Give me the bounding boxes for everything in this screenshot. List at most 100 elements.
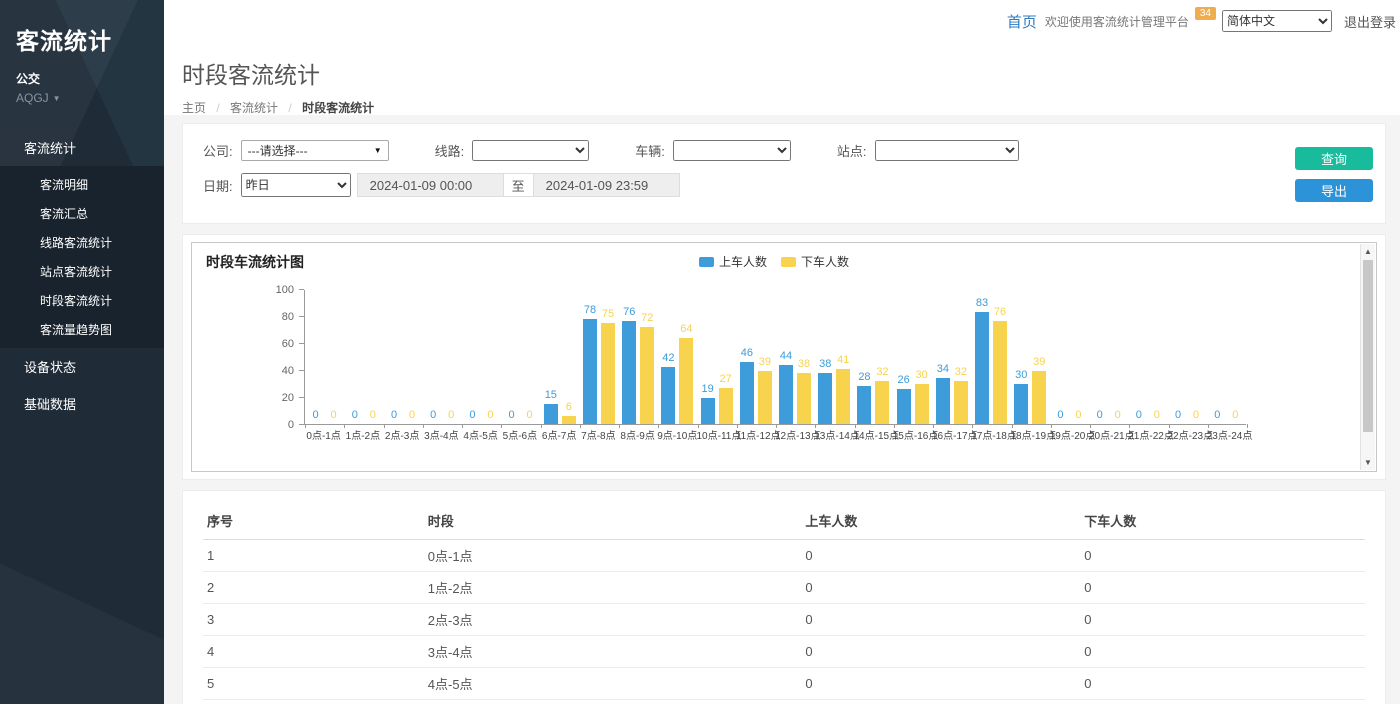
bar-group: 00	[1128, 290, 1167, 424]
bar-group: 2832	[854, 290, 893, 424]
bar-column: 83	[975, 298, 989, 424]
station-select[interactable]	[875, 140, 1019, 161]
bar-column: 0	[348, 410, 362, 424]
table-column-header-0: 序号	[203, 501, 424, 540]
search-button[interactable]: 查询	[1295, 147, 1373, 170]
table-cell: 2点-3点	[424, 604, 802, 636]
legend-label: 下车人数	[801, 253, 849, 270]
y-tick-label: 100	[260, 284, 294, 296]
bar-group: 7672	[619, 290, 658, 424]
filter-panel: 公司: ---请选择--- ▼ 线路: 车辆: 站点: 日期: 昨日 2024-…	[182, 123, 1386, 224]
chart-x-labels: 0点-1点1点-2点2点-3点3点-4点4点-5点5点-6点6点-7点7点-8点…	[304, 427, 1284, 442]
filter-row-1: 公司: ---请选择--- ▼ 线路: 车辆: 站点:	[203, 140, 1365, 161]
bar-group: 00	[462, 290, 501, 424]
sidebar-item-0-3[interactable]: 站点客流统计	[0, 257, 164, 286]
bar	[897, 389, 911, 424]
x-axis-label: 18点-19点	[1011, 427, 1050, 442]
bar-group: 00	[1207, 290, 1246, 424]
sidebar-item-0-5[interactable]: 客流量趋势图	[0, 315, 164, 344]
bar-group: 38 41	[815, 290, 854, 424]
table-row: 65点-6点00	[203, 700, 1365, 704]
welcome-text: 欢迎使用客流统计管理平台	[1045, 13, 1189, 30]
export-button[interactable]: 导出	[1295, 179, 1373, 202]
bar-column: 78	[583, 305, 597, 424]
bar-column: 0	[1071, 410, 1085, 424]
bar-column: 28	[857, 372, 871, 424]
table-cell: 0点-1点	[424, 540, 802, 572]
language-select[interactable]: 简体中文	[1222, 10, 1332, 32]
scroll-up-icon[interactable]: ▲	[1361, 244, 1375, 259]
bar-value-label: 38	[819, 359, 831, 370]
line-select[interactable]	[472, 140, 589, 161]
sidebar-item-0-0[interactable]: 客流明细	[0, 170, 164, 199]
bar-column: 38	[797, 359, 811, 424]
bar-column: 0	[1150, 410, 1164, 424]
station-filter-label: 站点:	[837, 141, 867, 160]
company-code-dropdown[interactable]: AQGJ▼	[16, 91, 148, 105]
company-code-label: AQGJ	[16, 91, 49, 105]
bar-value-label: 76	[994, 307, 1006, 318]
y-tick-label: 60	[260, 338, 294, 350]
legend-swatch-icon	[699, 257, 714, 267]
date-end-input[interactable]: 2024-01-09 23:59	[533, 173, 680, 197]
table-row: 21点-2点00	[203, 572, 1365, 604]
table-cell: 0	[1080, 636, 1365, 668]
table-cell: 0	[801, 604, 1080, 636]
bar-column: 76	[622, 307, 636, 424]
logo-area: 客流统计 公交 AQGJ▼	[0, 0, 164, 119]
bar-value-label: 41	[837, 355, 849, 366]
line-filter-label: 线路:	[435, 141, 465, 160]
x-axis-label: 11点-12点	[736, 427, 775, 442]
x-axis-label: 19点-20点	[1050, 427, 1089, 442]
x-axis-label: 21点-22点	[1128, 427, 1167, 442]
bar	[779, 365, 793, 424]
bar-column: 75	[601, 309, 615, 424]
chart-bars: 0000000000001567875767242641927463944383…	[305, 290, 1246, 424]
scroll-down-icon[interactable]: ▼	[1361, 455, 1375, 470]
sidebar-item-0-4[interactable]: 时段客流统计	[0, 286, 164, 315]
sidebar-section-0[interactable]: 客流统计	[0, 129, 164, 166]
sidebar-item-0-1[interactable]: 客流汇总	[0, 199, 164, 228]
logout-link[interactable]: 退出登录	[1344, 12, 1396, 31]
bar-value-label: 26	[898, 375, 910, 386]
table-cell: 0	[1080, 668, 1365, 700]
home-link[interactable]: 首页	[1007, 11, 1037, 32]
table-panel: 序号时段上车人数下车人数 10点-1点0021点-2点0032点-3点0043点…	[182, 490, 1386, 704]
sidebar-section-1[interactable]: 设备状态	[0, 348, 164, 385]
bar-column: 34	[936, 364, 950, 424]
table-cell: 0	[801, 668, 1080, 700]
company-select[interactable]: ---请选择--- ▼	[241, 140, 389, 161]
date-preset-select[interactable]: 昨日	[241, 173, 351, 197]
bar-value-label: 30	[916, 370, 928, 381]
bar-group: 4438	[775, 290, 814, 424]
bar-value-label: 0	[391, 410, 397, 421]
x-axis-label: 10点-11点	[697, 427, 736, 442]
bar-value-label: 27	[720, 374, 732, 385]
chart-scrollbar[interactable]: ▲ ▼	[1360, 244, 1375, 470]
bar-value-label: 64	[680, 324, 692, 335]
sidebar-section-2[interactable]: 基础数据	[0, 385, 164, 422]
bar	[836, 369, 850, 424]
breadcrumb-home[interactable]: 主页	[182, 101, 206, 115]
bar-value-label: 0	[409, 410, 415, 421]
bar-column: 32	[954, 367, 968, 424]
x-axis-label: 8点-9点	[618, 427, 657, 442]
bar-column: 15	[544, 390, 558, 424]
vehicle-select[interactable]	[673, 140, 791, 161]
breadcrumb-parent[interactable]: 客流统计	[230, 101, 278, 115]
bar-column: 27	[719, 374, 733, 424]
bar-column: 0	[309, 410, 323, 424]
bar	[915, 384, 929, 425]
bar-value-label: 34	[937, 364, 949, 375]
bar-column: 0	[1093, 410, 1107, 424]
sidebar-menu: 客流统计客流明细客流汇总线路客流统计站点客流统计时段客流统计客流量趋势图设备状态…	[0, 129, 164, 422]
bar-column: 30	[1014, 370, 1028, 425]
scrollbar-thumb[interactable]	[1363, 260, 1373, 432]
bar	[661, 367, 675, 424]
bar-value-label: 0	[1057, 410, 1063, 421]
main-content: 公司: ---请选择--- ▼ 线路: 车辆: 站点: 日期: 昨日 2024-…	[164, 115, 1400, 704]
legend-item-1: 下车人数	[781, 253, 849, 270]
sidebar-item-0-2[interactable]: 线路客流统计	[0, 228, 164, 257]
bar-group: 3039	[1011, 290, 1050, 424]
date-start-input[interactable]: 2024-01-09 00:00	[357, 173, 504, 197]
